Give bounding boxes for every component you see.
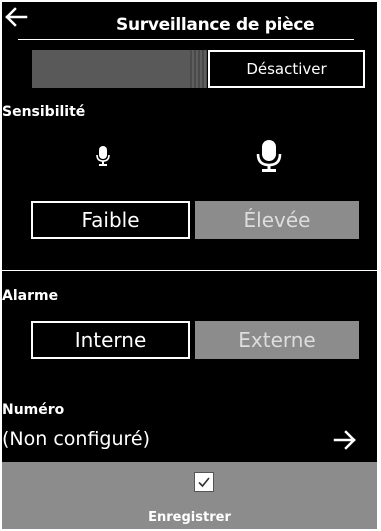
number-label: Numéro [2, 402, 65, 418]
deactivate-button[interactable]: Désactiver [208, 50, 365, 88]
alarm-label: Alarme [2, 288, 59, 304]
alarm-external-button[interactable]: Externe [195, 321, 359, 359]
microphone-small-icon [96, 146, 110, 166]
save-button-label[interactable]: Enregistrer [2, 510, 377, 525]
section-divider [2, 270, 377, 271]
toggle-grip[interactable] [190, 50, 207, 88]
arrow-right-icon[interactable] [333, 430, 357, 450]
alarm-internal-button[interactable]: Interne [31, 321, 190, 359]
page-title: Surveillance de pièce [116, 15, 315, 35]
checkmark-icon[interactable] [194, 472, 214, 492]
number-value[interactable]: (Non configuré) [2, 428, 150, 450]
sensitivity-low-button[interactable]: Faible [31, 201, 190, 239]
room-monitor-screen: Surveillance de pièce Désactiver Sensibi… [2, 2, 377, 529]
title-underline [18, 39, 354, 40]
microphone-large-icon [256, 140, 282, 172]
toggle-track[interactable] [32, 50, 207, 88]
back-arrow-icon[interactable] [4, 6, 28, 28]
sensitivity-high-button[interactable]: Élevée [195, 201, 359, 239]
sensitivity-label: Sensibilité [2, 104, 86, 120]
